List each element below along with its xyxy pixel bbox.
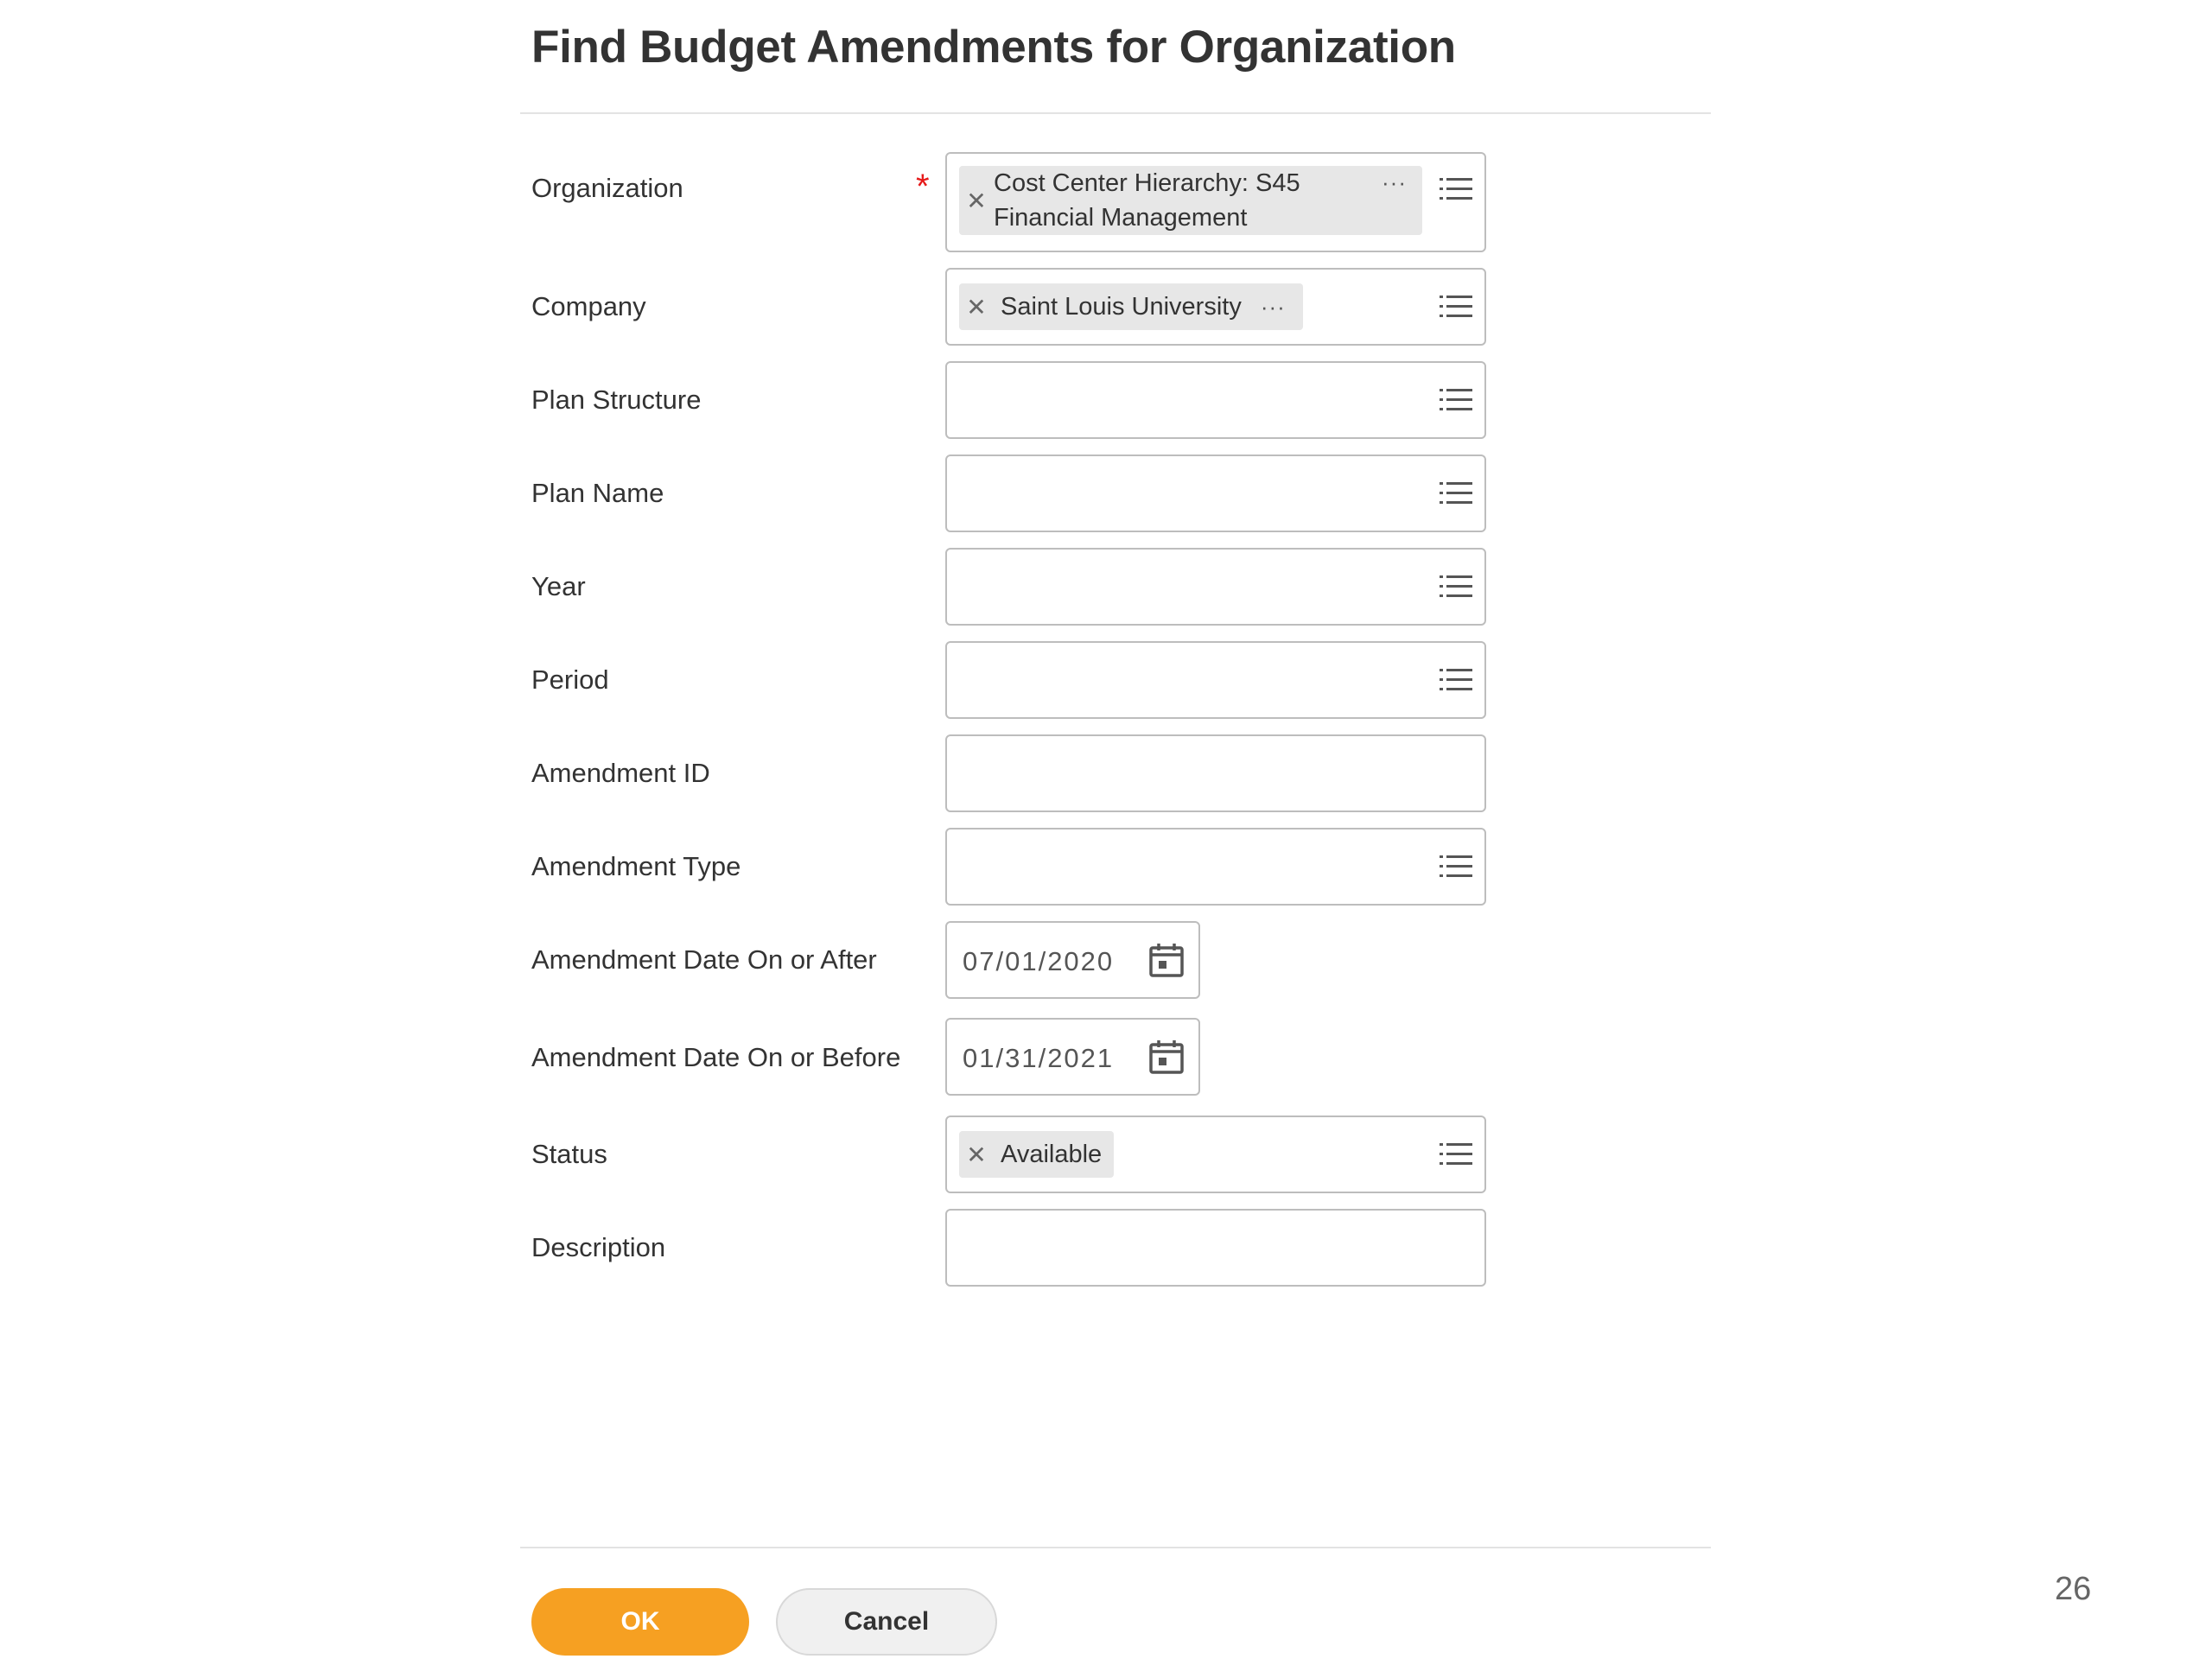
date-after-value: 07/01/2020	[963, 946, 1115, 976]
date-before-value: 01/31/2021	[963, 1043, 1115, 1073]
more-options-icon[interactable]: ···	[1382, 169, 1407, 196]
list-icon[interactable]	[1440, 854, 1472, 880]
date-before-input[interactable]: 01/31/2021	[945, 1018, 1200, 1096]
status-chip[interactable]: ✕ Available	[959, 1131, 1115, 1178]
plan-name-field[interactable]	[945, 454, 1486, 532]
company-chip[interactable]: ✕ Saint Louis University ···	[959, 283, 1303, 330]
description-input[interactable]	[945, 1209, 1486, 1287]
page-number: 26	[2055, 1571, 2092, 1607]
calendar-icon[interactable]	[1148, 942, 1185, 978]
organization-chip-line2: Financial Management	[994, 204, 1248, 232]
list-icon[interactable]	[1440, 387, 1472, 413]
remove-icon[interactable]: ✕	[959, 187, 994, 215]
amendment-id-input[interactable]	[945, 734, 1486, 812]
status-chip-label: Available	[1001, 1140, 1103, 1168]
list-icon[interactable]	[1440, 574, 1472, 600]
plan-structure-label: Plan Structure	[531, 385, 702, 415]
date-after-input[interactable]: 07/01/2020	[945, 921, 1200, 999]
cancel-button[interactable]: Cancel	[776, 1588, 997, 1656]
year-field[interactable]	[945, 548, 1486, 626]
period-field[interactable]	[945, 641, 1486, 719]
amendment-type-field[interactable]	[945, 828, 1486, 906]
required-marker: *	[916, 168, 930, 206]
more-options-icon[interactable]: ···	[1261, 294, 1286, 321]
date-before-label: Amendment Date On or Before	[531, 1042, 901, 1072]
ok-button[interactable]: OK	[531, 1588, 749, 1656]
page-title: Find Budget Amendments for Organization	[531, 22, 1456, 73]
status-field[interactable]: ✕ Available	[945, 1116, 1486, 1193]
status-label: Status	[531, 1139, 607, 1169]
organization-label: Organization	[531, 173, 683, 203]
remove-icon[interactable]: ✕	[959, 293, 994, 321]
company-label: Company	[531, 291, 646, 321]
organization-field[interactable]: ✕ Cost Center Hierarchy: S45 Financial M…	[945, 152, 1486, 252]
date-after-label: Amendment Date On or After	[531, 944, 877, 975]
divider-bottom	[520, 1547, 1711, 1548]
divider-top	[520, 112, 1711, 114]
remove-icon[interactable]: ✕	[959, 1141, 994, 1169]
description-label: Description	[531, 1232, 666, 1262]
list-icon[interactable]	[1440, 176, 1472, 202]
amendment-type-label: Amendment Type	[531, 851, 741, 881]
list-icon[interactable]	[1440, 294, 1472, 320]
list-icon[interactable]	[1440, 1141, 1472, 1167]
plan-structure-field[interactable]	[945, 361, 1486, 439]
year-label: Year	[531, 571, 586, 601]
list-icon[interactable]	[1440, 480, 1472, 506]
organization-chip[interactable]: ✕ Cost Center Hierarchy: S45 Financial M…	[959, 166, 1422, 235]
list-icon[interactable]	[1440, 667, 1472, 693]
amendment-id-label: Amendment ID	[531, 758, 710, 788]
plan-name-label: Plan Name	[531, 478, 664, 508]
organization-chip-line1: Cost Center Hierarchy: S45	[994, 169, 1300, 197]
company-field[interactable]: ✕ Saint Louis University ···	[945, 268, 1486, 346]
calendar-icon[interactable]	[1148, 1039, 1185, 1075]
period-label: Period	[531, 664, 609, 695]
company-chip-label: Saint Louis University	[1001, 292, 1242, 321]
